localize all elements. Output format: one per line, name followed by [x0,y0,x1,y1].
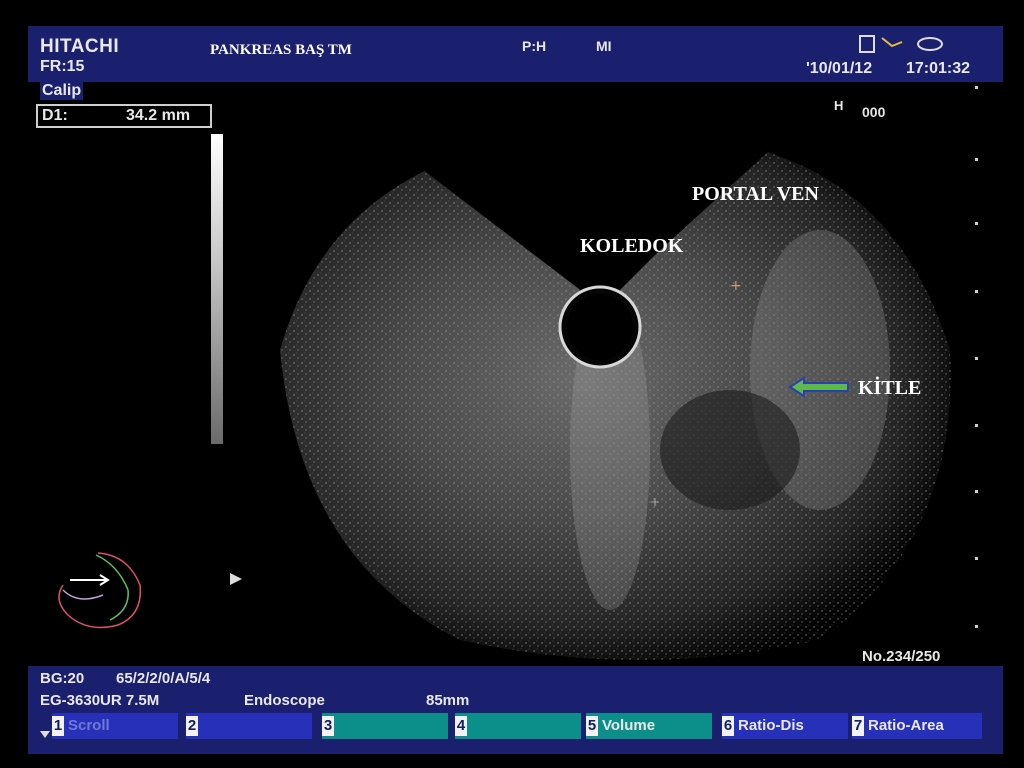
frame-rate: FR:15 [40,58,85,75]
bg-setting: BG:20 [40,670,85,687]
h-value: 000 [862,104,886,120]
depth-tick [975,424,978,427]
softkey-label: Scroll [68,717,110,734]
label-portal-vein: PORTAL VEN [692,183,819,205]
softkey-number: 4 [455,716,467,736]
status-icons [859,35,943,53]
depth-tick [975,490,978,493]
transducer-core [567,294,633,360]
softkey-ratio-area[interactable]: 7 Ratio-Area [852,713,982,739]
measurement-value: 34.2 mm [126,107,191,124]
frame-counter: No.234/250 [862,648,941,665]
scroll-down-icon[interactable] [40,731,50,738]
exam-title: PANKREAS BAŞ TM [210,42,352,58]
ultrasound-image: + + [280,150,951,660]
caliper-marker: + [650,495,660,509]
softkey-label: Ratio-Dis [738,717,804,734]
ultrasound-screen: HITACHI FR:15 PANKREAS BAŞ TM P:H MI '10… [0,0,1024,768]
ph-indicator: P:H [522,38,547,54]
softkey-number: 6 [722,716,734,736]
grayscale-bar [211,134,223,444]
exam-time: 17:01:32 [906,60,971,77]
scan-depth: 85mm [426,692,470,709]
softkey-number: 2 [186,716,198,736]
hypoechoic-mass [660,390,800,510]
softkey-label: Ratio-Area [868,717,944,734]
depth-tick [975,290,978,293]
caliper-marker: + [730,278,742,294]
label-common-bile-duct: KOLEDOK [580,235,684,257]
depth-tick [975,86,978,89]
softkey-2[interactable]: 2 [186,713,312,739]
exam-date: '10/01/12 [806,60,873,77]
label-mass: KİTLE [858,377,922,399]
scan-mode: Endoscope [244,692,325,709]
depth-tick [975,222,978,225]
h-label: H [834,98,844,113]
depth-tick [975,357,978,360]
acquisition-params: 65/2/2/0/A/5/4 [116,670,211,687]
depth-tick [975,557,978,560]
body-mark-icon [58,552,142,629]
brand-logo: HITACHI [40,36,120,57]
softkey-3[interactable]: 3 [322,713,448,739]
probe-icon [881,37,903,48]
softkey-number: 1 [52,716,64,736]
softkey-volume[interactable]: 5 Volume [586,713,712,739]
cloud-icon [917,37,943,51]
softkey-4[interactable]: 4 [455,713,581,739]
softkey-number: 5 [586,716,598,736]
depth-tick [975,625,978,628]
softkey-label: Volume [602,717,656,734]
mass-arrow-icon [788,376,849,398]
softkey-ratio-dis[interactable]: 6 Ratio-Dis [722,713,848,739]
focus-marker-icon [230,573,242,585]
probe-model: EG-3630UR 7.5M [40,692,160,709]
measurement-label: D1: [42,107,68,124]
caliper-mode: Calip [40,82,84,100]
freeze-icon [859,35,875,53]
softkey-number: 7 [852,716,864,736]
mi-indicator: MI [596,38,612,54]
softkey-number: 3 [322,716,334,736]
softkey-scroll[interactable]: 1 Scroll [52,713,178,739]
depth-tick [975,158,978,161]
